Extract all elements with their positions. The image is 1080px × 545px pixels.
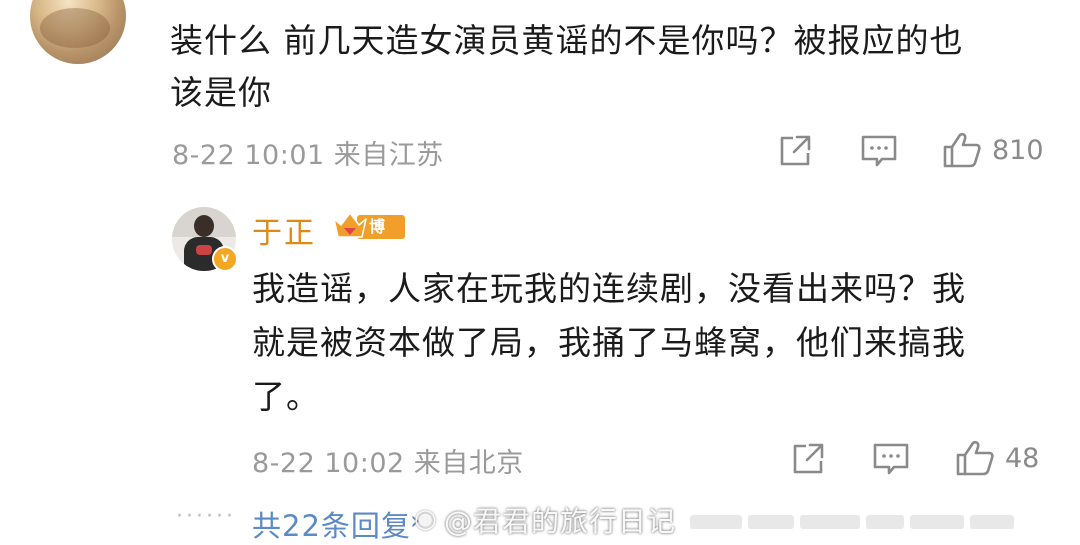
reply-text-line: 就是被资本做了局，我捅了马蜂窝，他们来搞我 (252, 323, 966, 362)
comment-button[interactable] (872, 441, 910, 477)
reply-timestamp: 8-22 10:02 (252, 448, 405, 479)
share-icon (793, 443, 824, 474)
share-icon (780, 135, 811, 166)
comment-location: 来自江苏 (333, 140, 444, 171)
like-count: 810 (992, 134, 1044, 166)
like-button[interactable]: 48 (955, 439, 1039, 477)
view-replies-link[interactable]: 共22条回复 (252, 503, 411, 545)
commenter-avatar[interactable] (30, 0, 126, 64)
avatar-detail (196, 245, 212, 255)
comment-timestamp: 8-22 10:01 (172, 140, 325, 171)
like-icon (943, 132, 981, 168)
reply-text: 我造谣，人家在玩我的连续剧，没看出来吗？我 就是被资本做了局，我捅了马蜂窝，他们… (252, 262, 1042, 424)
weibo-logo-icon: ◉ (414, 504, 437, 534)
like-button[interactable]: 810 (942, 131, 1044, 169)
blogger-badge: 博主 (331, 209, 405, 260)
comment-icon (861, 135, 897, 167)
reply-meta: 8-22 10:02 来自北京 (252, 441, 524, 480)
watermark: @君君的旅行日记 (444, 505, 677, 538)
watermark-decoration (690, 514, 1070, 529)
like-icon (956, 440, 994, 476)
comment-meta: 8-22 10:01 来自江苏 (172, 133, 444, 172)
comment-text-line: 装什么 前几天造女演员黄谣的不是你吗？被报应的也 (170, 21, 964, 60)
crown-icon (333, 212, 367, 238)
share-button[interactable] (777, 133, 813, 169)
reply-location: 来自北京 (413, 448, 524, 479)
thread-dots: ······ (176, 504, 236, 529)
share-button[interactable] (790, 441, 826, 477)
comment-text: 装什么 前几天造女演员黄谣的不是你吗？被报应的也 该是你 (170, 15, 1050, 119)
reply-text-line: 我造谣，人家在玩我的连续剧，没看出来吗？我 (252, 269, 966, 308)
comment-text-line: 该是你 (170, 73, 272, 112)
avatar-image (40, 8, 110, 48)
verified-badge-icon: v (212, 246, 238, 272)
comment-icon (873, 443, 909, 475)
comment-button[interactable] (860, 133, 898, 169)
like-count: 48 (1005, 442, 1040, 474)
reply-username[interactable]: 于正 (252, 208, 316, 252)
reply-text-line: 了。 (252, 377, 320, 416)
avatar-head (194, 215, 214, 237)
